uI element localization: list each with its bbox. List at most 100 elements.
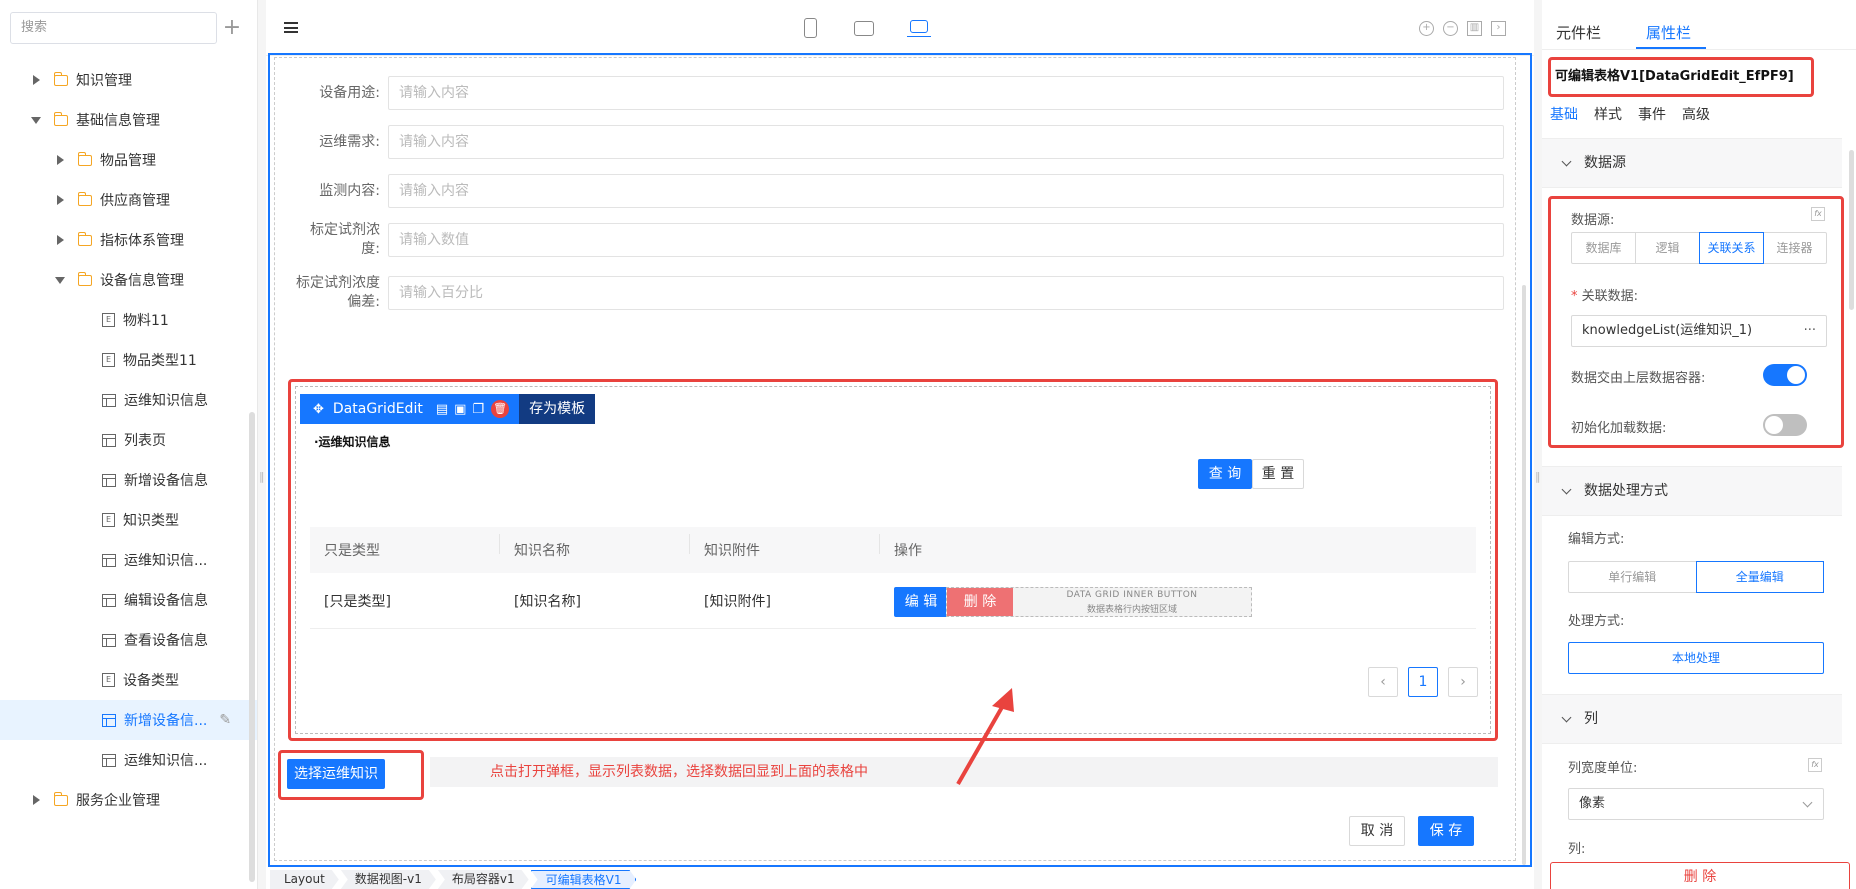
tree-node[interactable]: 运维知识信息 — [0, 380, 257, 420]
breadcrumb-item[interactable]: Layout — [270, 870, 339, 889]
page-number-button[interactable]: 1 — [1408, 667, 1438, 697]
subtab-style[interactable]: 样式 — [1594, 104, 1622, 124]
save-template-button[interactable]: 存为模板 — [519, 394, 596, 424]
tree-node-label: 供应商管理 — [100, 193, 170, 209]
add-node-icon[interactable]: + — [217, 13, 247, 43]
section-processing[interactable]: 数据处理方式 — [1542, 466, 1842, 516]
tree-node[interactable]: E 物料11 — [0, 300, 257, 340]
caret-right-icon[interactable] — [54, 234, 66, 246]
tab-properties[interactable]: 属性栏 — [1646, 22, 1691, 43]
tree-node[interactable]: E 物品类型11 — [0, 340, 257, 380]
field-input[interactable]: 请输入内容 — [388, 125, 1504, 159]
tree-node[interactable]: 物品管理 — [0, 140, 257, 180]
inner-button-area[interactable]: 删 除 DATA GRID INNER BUTTON 数据表格行内按钮区域 — [946, 586, 1252, 617]
caret-down-icon[interactable] — [30, 114, 42, 126]
row-edit-button[interactable]: 编 辑 — [894, 586, 948, 617]
width-unit-select[interactable]: 像素 — [1568, 788, 1824, 820]
layout-icon[interactable]: ▥ — [1467, 21, 1482, 36]
tree-node[interactable]: 指标体系管理 — [0, 220, 257, 260]
terminal-icon[interactable]: ▣ — [454, 402, 466, 417]
fx-icon[interactable]: fx — [1808, 758, 1822, 772]
copy-icon[interactable]: ❐ — [472, 402, 484, 417]
zoom-out-icon[interactable]: − — [1443, 21, 1458, 36]
subtab-advanced[interactable]: 高级 — [1682, 104, 1710, 124]
caret-right-icon[interactable] — [30, 794, 42, 806]
process-mode-button[interactable]: 本地处理 — [1568, 642, 1824, 674]
edit-icon[interactable]: ✎ — [219, 712, 231, 728]
field-input[interactable]: 请输入内容 — [388, 76, 1504, 110]
move-icon[interactable]: ✥ — [313, 402, 324, 417]
ds-option-relation[interactable]: 关联关系 — [1699, 232, 1764, 264]
caret-right-icon[interactable] — [54, 194, 66, 206]
ds-option-logic[interactable]: 逻辑 — [1636, 233, 1700, 263]
field-input[interactable]: 请输入百分比 — [388, 276, 1504, 310]
save-button[interactable]: 保 存 — [1418, 816, 1474, 846]
menu-toggle-icon[interactable] — [284, 22, 298, 33]
handover-switch[interactable] — [1763, 364, 1807, 386]
ds-option-database[interactable]: 数据库 — [1572, 233, 1636, 263]
query-button[interactable]: 查 询 — [1198, 459, 1252, 489]
tree-node[interactable]: 供应商管理 — [0, 180, 257, 220]
next-page-button[interactable]: › — [1448, 667, 1478, 697]
field-input[interactable]: 请输入数值 — [388, 223, 1504, 257]
canvas-scrollbar[interactable] — [1522, 285, 1526, 865]
breadcrumb-item-active[interactable]: 可编辑表格V1 — [531, 870, 637, 889]
caret-right-icon[interactable] — [30, 74, 42, 86]
cancel-button[interactable]: 取 消 — [1349, 816, 1405, 846]
tree-node[interactable]: 服务企业管理 — [0, 780, 257, 820]
left-splitter[interactable] — [258, 0, 266, 889]
trash-icon[interactable]: 🗑 — [491, 400, 510, 418]
tree-node[interactable]: 运维知识信... — [0, 540, 257, 580]
section-datasource[interactable]: 数据源 — [1542, 138, 1842, 188]
select-knowledge-button[interactable]: 选择运维知识 — [287, 759, 385, 789]
code-icon[interactable]: › — [1491, 21, 1506, 36]
edit-mode-single[interactable]: 单行编辑 — [1569, 562, 1697, 592]
tree-node[interactable]: 设备信息管理 — [0, 260, 257, 300]
zoom-in-icon[interactable]: + — [1419, 21, 1434, 36]
tree-node[interactable]: 基础信息管理 — [0, 100, 257, 140]
ds-option-connector[interactable]: 连接器 — [1763, 233, 1826, 263]
subtab-events[interactable]: 事件 — [1638, 104, 1666, 124]
datagrid-edit[interactable]: ✥ DataGridEdit ▤ ▣ ❐ 🗑 存为模板 ·运维知识信息 查 询 … — [295, 386, 1491, 734]
tree-node[interactable]: E 知识类型 — [0, 500, 257, 540]
field-label: 标定试剂浓度: — [310, 222, 380, 257]
fx-icon[interactable]: fx — [1811, 207, 1825, 221]
section-columns[interactable]: 列 — [1542, 694, 1842, 744]
delete-component-button[interactable]: 删 除 — [1550, 862, 1850, 889]
field-label: 运维需求: — [319, 133, 380, 150]
breadcrumb-item[interactable]: 数据视图-v1 — [341, 870, 436, 889]
tree-node[interactable]: 运维知识信... — [0, 740, 257, 780]
tree-node[interactable]: E 设备类型 — [0, 660, 257, 700]
desktop-view-icon[interactable] — [907, 20, 931, 37]
tree-node[interactable]: 新增设备信... ✎ — [0, 700, 257, 740]
tree-search-input[interactable]: 搜索 — [10, 12, 217, 44]
component-title: 可编辑表格V1[DataGridEdit_EfPF9] — [1548, 57, 1814, 97]
mobile-view-icon[interactable] — [804, 18, 817, 38]
reset-button[interactable]: 重 置 — [1252, 459, 1304, 489]
tree-node[interactable]: 新增设备信息 — [0, 460, 257, 500]
prev-page-button[interactable]: ‹ — [1368, 667, 1398, 697]
right-splitter[interactable] — [1534, 0, 1542, 889]
field-input[interactable]: 请输入内容 — [388, 174, 1504, 208]
tree-node[interactable]: 列表页 — [0, 420, 257, 460]
init-load-switch[interactable] — [1763, 414, 1807, 436]
caret-right-icon[interactable] — [54, 154, 66, 166]
more-icon[interactable]: ··· — [1804, 316, 1816, 346]
edit-mode-full[interactable]: 全量编辑 — [1695, 561, 1824, 593]
tree-node[interactable]: 编辑设备信息 — [0, 580, 257, 620]
subtab-basic[interactable]: 基础 — [1550, 104, 1578, 124]
width-unit-value: 像素 — [1579, 796, 1606, 811]
document-icon[interactable]: ▤ — [436, 402, 448, 417]
row-delete-button[interactable]: 删 除 — [947, 587, 1013, 616]
caret-down-icon[interactable] — [54, 274, 66, 286]
panel-scrollbar[interactable] — [1849, 150, 1854, 310]
tree-node[interactable]: 查看设备信息 — [0, 620, 257, 660]
tablet-view-icon[interactable] — [854, 21, 874, 36]
page-icon — [102, 753, 116, 767]
relation-data-input[interactable]: knowledgeList(运维知识_1) ··· — [1571, 315, 1827, 347]
datasource-type-selector: 数据库 逻辑 关联关系 连接器 — [1571, 232, 1827, 264]
tab-components[interactable]: 元件栏 — [1556, 22, 1601, 43]
tree-node[interactable]: 知识管理 — [0, 60, 257, 100]
tree-scrollbar[interactable] — [249, 412, 255, 882]
breadcrumb-item[interactable]: 布局容器v1 — [438, 870, 529, 889]
